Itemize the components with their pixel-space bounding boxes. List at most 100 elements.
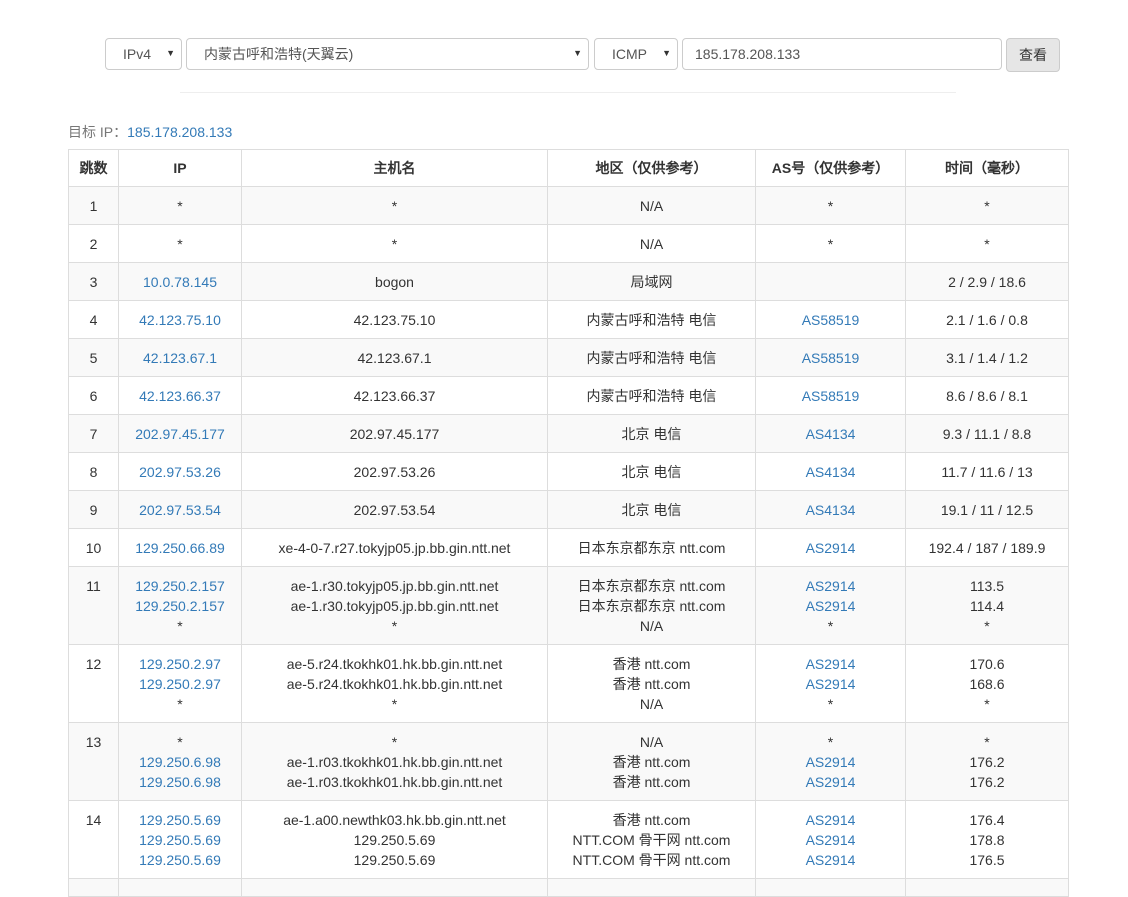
region-text: NTT.COM 骨干网 ntt.com — [572, 832, 731, 848]
ip-link[interactable]: 129.250.66.89 — [123, 538, 237, 558]
region-cell: N/A — [547, 186, 756, 225]
as-link[interactable]: AS58519 — [760, 386, 901, 406]
as-link[interactable]: AS4134 — [760, 424, 901, 444]
hop-cell: 8 — [68, 452, 119, 491]
target-ip-input-value: 185.178.208.133 — [695, 46, 801, 62]
time-text: * — [984, 734, 990, 750]
as-link[interactable]: AS4134 — [760, 500, 901, 520]
as-link[interactable]: AS2914 — [760, 850, 901, 870]
hostname-cell: * ae-1.r03.tkokhk01.hk.bb.gin.ntt.net ae-1… — [241, 722, 548, 801]
ip-link[interactable]: 42.123.75.10 — [123, 310, 237, 330]
as-link[interactable]: AS2914 — [760, 810, 901, 830]
ip-link[interactable]: 202.97.53.54 — [123, 500, 237, 520]
as-cell: AS4134 — [755, 490, 906, 529]
table-body: 1 * * N/A * * 2 * * N/A * * 3 10.0.78.145 bogon 局域网 2 / … — [68, 186, 1069, 897]
hostname-cell: 42.123.67.1 — [241, 338, 548, 377]
region-cell: 香港 ntt.com NTT.COM 骨干网 ntt.com NTT.COM 骨干网… — [547, 800, 756, 879]
as-cell — [755, 262, 906, 301]
ip-link[interactable]: 129.250.6.98 — [123, 752, 237, 772]
hostname-text: * — [391, 696, 398, 712]
target-ip-link[interactable]: 185.178.208.133 — [127, 124, 232, 140]
time-text: 9.3 / 11.1 / 8.8 — [942, 426, 1032, 442]
hostname-cell: ae-1.r30.tokyjp05.jp.bb.gin.ntt.net ae-1.… — [241, 566, 548, 645]
as-link[interactable]: AS2914 — [760, 596, 901, 616]
hostname-text: ae-5.r24.tkokhk01.hk.bb.gin.ntt.net — [286, 676, 503, 692]
as-cell: AS58519 — [755, 338, 906, 377]
caret-down-icon: ▼ — [166, 48, 175, 58]
ip-link[interactable]: 202.97.45.177 — [123, 424, 237, 444]
hostname-cell: ae-1.a00.newthk03.hk.bb.gin.ntt.net 129.2… — [241, 800, 548, 879]
ip-link[interactable]: 129.250.2.157 — [123, 596, 237, 616]
time-cell: 2 / 2.9 / 18.6 — [905, 262, 1069, 301]
time-cell: 11.7 / 11.6 / 13 — [905, 452, 1069, 491]
ip-cell: * — [118, 224, 242, 263]
as-text: * — [827, 618, 834, 634]
hostname-cell: 42.123.75.10 — [241, 300, 548, 339]
ip-link[interactable]: 129.250.2.157 — [123, 576, 237, 596]
region-cell: N/A 香港 ntt.com 香港 ntt.com — [547, 722, 756, 801]
ip-link[interactable]: 129.250.6.98 — [123, 772, 237, 792]
submit-button[interactable]: 查看 — [1006, 38, 1060, 72]
as-link[interactable]: AS2914 — [760, 830, 901, 850]
table-row: 3 10.0.78.145 bogon 局域网 2 / 2.9 / 18.6 — [68, 262, 1069, 301]
target-ip-line: 目标 IP：185.178.208.133 — [68, 122, 232, 142]
as-link[interactable]: AS2914 — [760, 576, 901, 596]
as-link[interactable]: AS58519 — [760, 348, 901, 368]
target-ip-label: 目标 IP： — [68, 124, 128, 140]
header-ip: IP — [118, 149, 242, 187]
as-link[interactable]: AS2914 — [760, 654, 901, 674]
protocol-select[interactable]: ICMP ▼ — [594, 38, 678, 70]
ip-cell: 129.250.2.157 129.250.2.157 * — [118, 566, 242, 645]
as-link[interactable]: AS2914 — [760, 752, 901, 772]
table-row: 12 129.250.2.97 129.250.2.97 * ae-5.r24.tkok… — [68, 644, 1069, 723]
time-text: 170.6 — [969, 656, 1005, 672]
region-text: 内蒙古呼和浩特 电信 — [586, 388, 717, 404]
location-select[interactable]: 内蒙古呼和浩特(天翼云) ▼ — [186, 38, 589, 70]
ip-link[interactable]: 129.250.5.69 — [123, 830, 237, 850]
ip-link[interactable]: 42.123.67.1 — [123, 348, 237, 368]
target-ip-input[interactable]: 185.178.208.133 — [682, 38, 1002, 70]
hop-cell: 2 — [68, 224, 119, 263]
hostname-text: 42.123.75.10 — [353, 312, 436, 328]
table-header-row: 跳数 IP 主机名 地区（仅供参考） AS号（仅供参考） 时间（毫秒） — [68, 149, 1069, 187]
hostname-text: ae-5.r24.tkokhk01.hk.bb.gin.ntt.net — [286, 656, 503, 672]
hostname-cell: * — [241, 186, 548, 225]
hop-cell: 14 — [68, 800, 119, 879]
ip-link[interactable]: 129.250.2.97 — [123, 654, 237, 674]
region-text: 内蒙古呼和浩特 电信 — [586, 350, 717, 366]
ip-link[interactable]: 10.0.78.145 — [123, 272, 237, 292]
region-text: 日本东京都东京 ntt.com — [577, 578, 726, 594]
hostname-text: * — [391, 734, 398, 750]
ip-link[interactable]: 129.250.5.69 — [123, 810, 237, 830]
header-as: AS号（仅供参考） — [755, 149, 906, 187]
ip-cell: 202.97.53.54 — [118, 490, 242, 529]
ip-version-select[interactable]: IPv4 ▼ — [105, 38, 182, 70]
hostname-cell — [241, 878, 548, 897]
protocol-value: ICMP — [612, 46, 647, 62]
ip-link[interactable]: 202.97.53.26 — [123, 462, 237, 482]
ip-cell: 10.0.78.145 — [118, 262, 242, 301]
table-row: 11 129.250.2.157 129.250.2.157 * ae-1.r30.to… — [68, 566, 1069, 645]
time-cell: 19.1 / 11 / 12.5 — [905, 490, 1069, 529]
region-text: 日本东京都东京 ntt.com — [577, 598, 726, 614]
as-link[interactable]: AS58519 — [760, 310, 901, 330]
ip-link[interactable]: 42.123.66.37 — [123, 386, 237, 406]
hostname-cell: 202.97.53.26 — [241, 452, 548, 491]
ip-link[interactable]: 129.250.2.97 — [123, 674, 237, 694]
region-cell: 日本东京都东京 ntt.com — [547, 528, 756, 567]
as-link[interactable]: AS2914 — [760, 674, 901, 694]
location-value: 内蒙古呼和浩特(天翼云) — [204, 46, 354, 62]
time-text: 168.6 — [969, 676, 1005, 692]
hostname-text: 129.250.5.69 — [353, 852, 436, 868]
region-cell: 内蒙古呼和浩特 电信 — [547, 300, 756, 339]
ip-link[interactable]: 129.250.5.69 — [123, 850, 237, 870]
as-link[interactable]: AS2914 — [760, 772, 901, 792]
as-link[interactable]: AS2914 — [760, 538, 901, 558]
region-cell: 内蒙古呼和浩特 电信 — [547, 376, 756, 415]
hostname-cell: ae-5.r24.tkokhk01.hk.bb.gin.ntt.net ae-5.… — [241, 644, 548, 723]
ip-cell: * 129.250.6.98 129.250.6.98 — [118, 722, 242, 801]
traceroute-table: 跳数 IP 主机名 地区（仅供参考） AS号（仅供参考） 时间（毫秒） 1 * * N… — [68, 149, 1069, 897]
ip-cell — [118, 878, 242, 897]
time-text: * — [984, 198, 990, 214]
as-link[interactable]: AS4134 — [760, 462, 901, 482]
